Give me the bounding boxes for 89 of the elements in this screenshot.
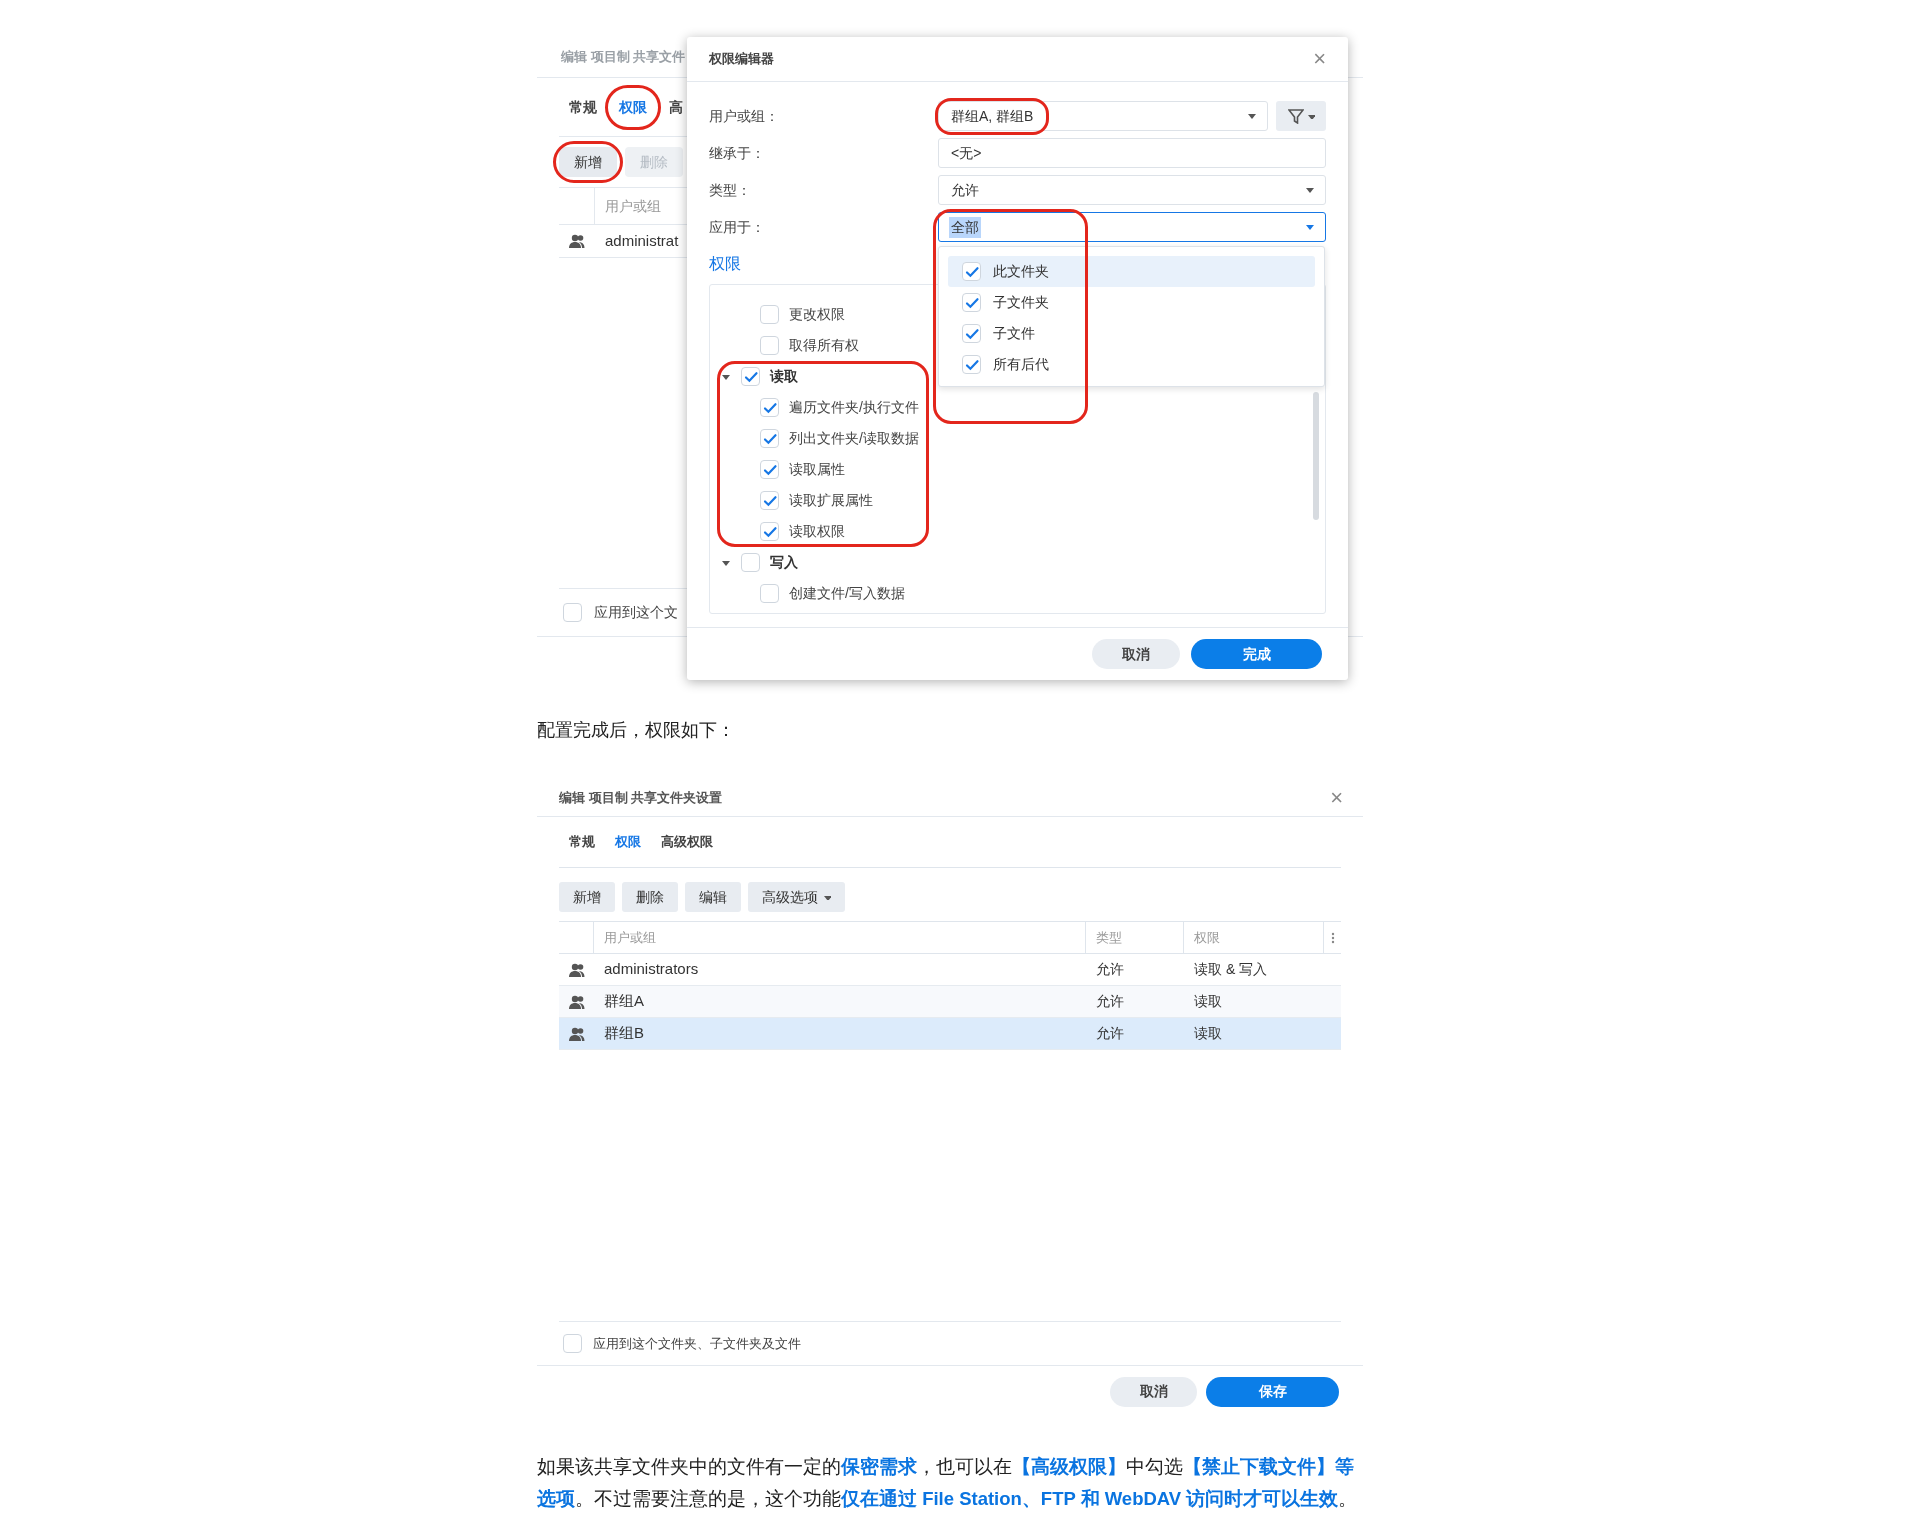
table-row[interactable]: 群组A 允许 读取 [559, 986, 1341, 1018]
menu-item[interactable]: 所有后代 [948, 349, 1315, 380]
dropdown-field[interactable]: 允许 [938, 175, 1326, 205]
table-cell-text: 群组B [603, 1023, 645, 1044]
toolbar-button[interactable]: 编辑 [685, 882, 741, 912]
table-cell-text: administrat [604, 230, 679, 251]
field-label: 应用于： [709, 217, 766, 237]
checkbox[interactable] [760, 398, 779, 417]
checkbox[interactable] [741, 367, 760, 386]
checkbox[interactable] [760, 584, 779, 603]
checkbox[interactable] [962, 262, 981, 281]
checkbox-label: 写入 [770, 553, 798, 572]
tab[interactable]: 高级权限 [661, 832, 713, 852]
section-title: 权限 [709, 254, 741, 274]
tab[interactable]: 常规 [569, 832, 595, 852]
filter-button[interactable] [1276, 101, 1326, 131]
checkbox-label: 遍历文件夹/执行文件 [789, 398, 919, 417]
checkbox[interactable] [760, 491, 779, 510]
caption-text: 配置完成后，权限如下： [537, 719, 736, 742]
checkbox[interactable] [741, 553, 760, 572]
dropdown-field[interactable]: 全部 [938, 212, 1326, 242]
close-button[interactable]: × [1330, 786, 1343, 809]
tab[interactable]: 权限 [617, 96, 649, 118]
caret-icon[interactable] [1306, 113, 1315, 119]
dialog-title: 编辑 项目制 共享文件 [561, 48, 686, 67]
table-cell-text: 读取 [1193, 1024, 1223, 1043]
caret-icon[interactable] [823, 894, 831, 900]
checkbox-label: 读取属性 [789, 460, 845, 479]
more-icon[interactable] [1331, 931, 1335, 944]
checkbox[interactable] [563, 603, 582, 622]
field-label: 继承于： [709, 143, 766, 163]
checkbox[interactable] [563, 1334, 582, 1353]
caret-icon[interactable] [1247, 112, 1257, 120]
table-cell-text: 读取 & 写入 [1193, 960, 1269, 979]
primary-button[interactable]: 完成 [1191, 639, 1322, 669]
toolbar-button[interactable]: 高级选项 [748, 882, 845, 912]
checkbox-label: 列出文件夹/读取数据 [789, 429, 919, 448]
checkbox[interactable] [760, 460, 779, 479]
users-icon [567, 1025, 586, 1042]
menu-item[interactable]: 此文件夹 [948, 256, 1315, 287]
tab[interactable]: 权限 [615, 832, 641, 852]
checkbox-label: 取得所有权 [789, 336, 859, 355]
users-icon [567, 961, 586, 978]
caret-icon[interactable] [1305, 223, 1315, 231]
checkbox-label: 读取 [770, 367, 798, 386]
dialog-title: 编辑 项目制 共享文件夹设置 [559, 788, 723, 807]
menu-item[interactable]: 子文件 [948, 318, 1315, 349]
field-label: 用户或组： [709, 106, 780, 126]
scrollbar[interactable] [1313, 392, 1319, 520]
table-cell-text: 允许 [1095, 992, 1125, 1011]
toolbar-button[interactable]: 新增 [559, 147, 617, 177]
table-cell-text: 允许 [1095, 960, 1125, 979]
toolbar-button[interactable]: 新增 [559, 882, 615, 912]
checkbox[interactable] [962, 355, 981, 374]
checkbox-label: 应用到这个文件夹、子文件夹及文件 [593, 1334, 801, 1353]
table-cell-text: administrators [603, 959, 700, 980]
cancel-button[interactable]: 取消 [1110, 1376, 1197, 1407]
paragraph: 如果该共享文件夹中的文件有一定的保密需求，也可以在【高级权限】中勾选【禁止下载文件】等选项。不过需要注意的是，这个功能仅在通过 File Station、FTP 和 WebDAV 访问时才可以生效。 [537, 1455, 1359, 1511]
filter-icon [1287, 108, 1304, 124]
users-icon [568, 233, 586, 249]
dialog-title: 权限编辑器 [709, 50, 774, 69]
checkbox-label: 创建文件/写入数据 [789, 584, 905, 603]
table-cell-text: 允许 [1095, 1024, 1125, 1043]
checkbox[interactable] [962, 293, 981, 312]
table-cell-text: 群组A [603, 991, 645, 1012]
close-button[interactable]: × [1313, 48, 1326, 70]
checkbox[interactable] [760, 429, 779, 448]
caret-icon[interactable] [1305, 186, 1315, 194]
primary-button[interactable]: 保存 [1206, 1376, 1339, 1407]
cancel-button[interactable]: 取消 [1092, 639, 1180, 669]
caret-icon[interactable] [721, 372, 731, 381]
caret-icon[interactable] [721, 558, 731, 567]
toolbar-button[interactable]: 删除 [622, 882, 678, 912]
table-cell-text: 读取 [1193, 992, 1223, 1011]
menu-item[interactable]: 子文件夹 [948, 287, 1315, 318]
checkbox[interactable] [760, 305, 779, 324]
field-label: 类型： [709, 180, 752, 200]
checkbox-label: 读取扩展属性 [789, 491, 873, 510]
checkbox-label: 应用到这个文 [594, 603, 678, 622]
checkbox[interactable] [760, 336, 779, 355]
users-icon [567, 993, 586, 1010]
input-field[interactable]: <无> [938, 138, 1326, 168]
checkbox[interactable] [760, 522, 779, 541]
tab[interactable]: 高 [667, 96, 685, 118]
checkbox[interactable] [962, 324, 981, 343]
tab[interactable]: 常规 [567, 96, 599, 118]
checkbox-label: 读取权限 [789, 522, 845, 541]
checkbox-label: 更改权限 [789, 305, 845, 324]
table-row[interactable]: 群组B 允许 读取 [559, 1018, 1341, 1050]
